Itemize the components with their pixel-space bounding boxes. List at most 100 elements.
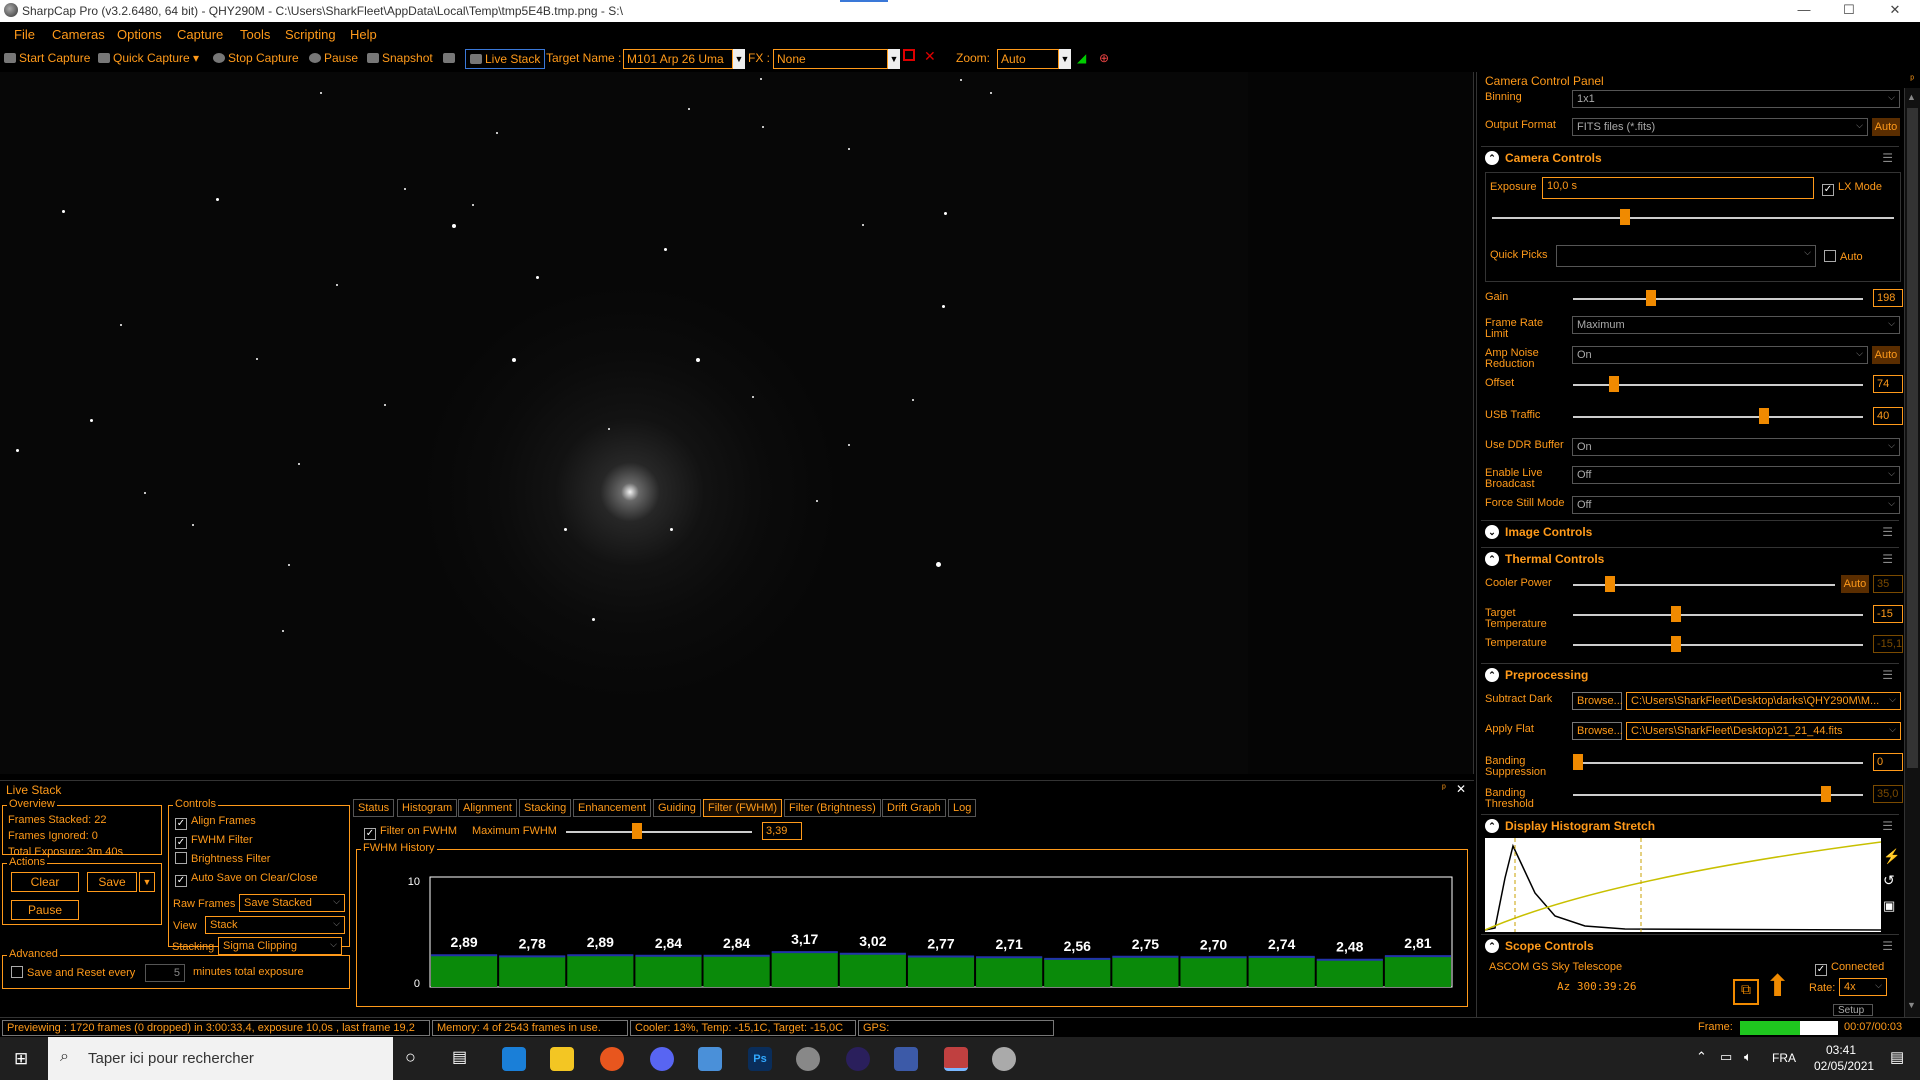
target-temp-slider-thumb[interactable]	[1671, 606, 1681, 622]
brightness-filter-checkbox[interactable]: Brightness Filter	[175, 850, 318, 869]
sequence-app-icon[interactable]	[894, 1047, 918, 1071]
save-reset-stepper[interactable]: 5	[145, 964, 185, 982]
filter-on-fwhm-checkbox[interactable]: ✓ Filter on FWHM	[364, 825, 457, 840]
histogram-icon[interactable]: ◢	[1077, 51, 1086, 65]
cortana-icon[interactable]: ○	[405, 1047, 416, 1068]
raw-frames-select[interactable]: Save Stacked ⌵	[239, 894, 345, 912]
tab-enhancement[interactable]: Enhancement	[573, 799, 651, 817]
tab-filter-brightness[interactable]: Filter (Brightness)	[784, 799, 881, 817]
network-icon[interactable]: ▭	[1720, 1049, 1732, 1065]
mail-app-icon[interactable]	[502, 1047, 526, 1071]
cooler-value[interactable]: 35	[1873, 575, 1903, 593]
start-capture-button[interactable]: Start Capture	[4, 51, 90, 65]
save-reset-checkbox[interactable]: Save and Reset every	[11, 966, 135, 979]
image-controls-header[interactable]: ⌄ Image Controls ☰	[1481, 520, 1899, 542]
gain-slider-track[interactable]	[1573, 298, 1863, 300]
frame-rate-select[interactable]: Maximum ⌵	[1572, 316, 1900, 334]
zoom-select[interactable]: Auto	[997, 49, 1059, 69]
clock-date[interactable]: 02/05/2021	[1814, 1059, 1874, 1073]
scope-up-arrow-icon[interactable]: ⬆	[1765, 972, 1790, 1002]
photoshop-icon[interactable]: Ps	[748, 1047, 772, 1071]
tab-drift-graph[interactable]: Drift Graph	[882, 799, 946, 817]
zoom-dropdown-icon[interactable]: ▼	[1059, 49, 1071, 69]
max-fwhm-value[interactable]: 3,39	[762, 822, 802, 840]
lx-mode-checkbox[interactable]: ✓ LX Mode	[1822, 181, 1882, 196]
snapshot-button[interactable]: Snapshot	[367, 51, 433, 65]
flat-path-select[interactable]: C:\Users\SharkFleet\Desktop\21_21_44.fit…	[1626, 722, 1901, 740]
menu-icon[interactable]: ☰	[1882, 819, 1893, 833]
clock-time[interactable]: 03:41	[1826, 1043, 1856, 1057]
target-dropdown-icon[interactable]: ▼	[733, 49, 745, 69]
reticle-square-icon[interactable]	[903, 49, 915, 61]
banding-threshold-value[interactable]: 35,0	[1873, 785, 1903, 803]
ddr-buffer-select[interactable]: On ⌵	[1572, 438, 1900, 456]
exposure-slider-track[interactable]	[1492, 217, 1894, 219]
menu-icon[interactable]: ☰	[1882, 525, 1893, 539]
save-button[interactable]: Save	[87, 872, 137, 892]
target-name-input[interactable]: M101 Arp 26 Uma	[623, 49, 733, 69]
language-indicator[interactable]: FRA	[1772, 1051, 1796, 1065]
lightning-icon[interactable]: ⚡	[1883, 848, 1900, 865]
sharpcap-secondary-icon[interactable]	[992, 1047, 1016, 1071]
tab-guiding[interactable]: Guiding	[653, 799, 701, 817]
histogram-header[interactable]: ⌃ Display Histogram Stretch ☰	[1481, 814, 1899, 836]
menu-scripting[interactable]: Scripting	[285, 27, 336, 42]
scope-setup-button[interactable]: Setup	[1833, 1004, 1873, 1016]
force-still-select[interactable]: Off ⌵	[1572, 496, 1900, 514]
menu-icon[interactable]: ☰	[1882, 151, 1893, 165]
banding-thr-slider-track[interactable]	[1573, 794, 1863, 796]
auto-save-checkbox[interactable]: ✓ Auto Save on Clear/Close	[175, 869, 318, 888]
tab-filter-fwhm[interactable]: Filter (FWHM)	[703, 799, 783, 817]
banding-sup-slider-thumb[interactable]	[1573, 754, 1583, 770]
offset-slider-thumb[interactable]	[1608, 376, 1619, 392]
zoom-lens-icon[interactable]: ⊕	[1099, 51, 1109, 65]
pin-icon[interactable]: ᵖ	[1910, 74, 1914, 85]
astro-app-icon[interactable]	[796, 1047, 820, 1071]
reticle-cross-icon[interactable]: ✕	[924, 48, 936, 65]
live-broadcast-select[interactable]: Off ⌵	[1572, 466, 1900, 484]
target-temp-value[interactable]: -15	[1873, 605, 1903, 623]
close-button[interactable]: ✕	[1880, 2, 1910, 18]
binning-select[interactable]: 1x1 ⌵	[1572, 90, 1900, 108]
gain-value[interactable]: 198	[1873, 289, 1903, 307]
menu-icon[interactable]: ☰	[1882, 552, 1893, 566]
pause-button[interactable]: Pause	[309, 51, 358, 65]
dark-path-select[interactable]: C:\Users\SharkFleet\Desktop\darks\QHY290…	[1626, 692, 1901, 710]
fx-dropdown-icon[interactable]: ▼	[888, 49, 900, 69]
fx-select[interactable]: None	[773, 49, 888, 69]
minimize-button[interactable]: —	[1789, 2, 1819, 17]
save-dropdown-icon[interactable]: ▼	[139, 872, 155, 892]
scope-connected-checkbox[interactable]: ✓ Connected	[1815, 961, 1884, 976]
tray-chevron-icon[interactable]: ⌃	[1696, 1049, 1707, 1065]
quick-picks-auto-checkbox[interactable]: Auto	[1824, 250, 1863, 263]
temperature-slider-track[interactable]	[1573, 644, 1863, 646]
taskbar-search[interactable]: ⌕ Taper ici pour rechercher	[48, 1037, 393, 1080]
tab-alignment[interactable]: Alignment	[458, 799, 517, 817]
tab-stacking[interactable]: Stacking	[519, 799, 572, 817]
sharpcap-taskbar-icon[interactable]	[944, 1047, 968, 1071]
flat-browse-button[interactable]: Browse...	[1572, 722, 1623, 740]
max-fwhm-slider-thumb[interactable]	[631, 823, 642, 839]
menu-icon[interactable]: ☰	[1882, 939, 1893, 953]
image-viewer[interactable]	[0, 72, 1474, 774]
menu-options[interactable]: Options	[117, 27, 162, 42]
usb-slider-thumb[interactable]	[1759, 408, 1770, 424]
maximize-button[interactable]: ☐	[1834, 2, 1864, 18]
stellarium-icon[interactable]	[846, 1047, 870, 1071]
task-view-icon[interactable]: ▤	[452, 1047, 467, 1067]
quick-picks-select[interactable]: ⌵	[1556, 245, 1816, 267]
fwhm-filter-checkbox[interactable]: ✓ FWHM Filter	[175, 831, 318, 850]
save-icon[interactable]: ▣	[1883, 898, 1895, 914]
pin-icon[interactable]: ᵖ	[1442, 783, 1446, 794]
offset-value[interactable]: 74	[1873, 375, 1903, 393]
stacking-select[interactable]: Sigma Clipping ⌵	[218, 937, 342, 955]
file-explorer-icon[interactable]	[550, 1047, 574, 1071]
camera-controls-header[interactable]: ⌃ Camera Controls ☰	[1481, 146, 1899, 168]
menu-file[interactable]: File	[14, 27, 35, 42]
scope-home-icon[interactable]: ⧉	[1733, 979, 1759, 1005]
menu-cameras[interactable]: Cameras	[52, 27, 105, 42]
cooler-auto-button[interactable]: Auto	[1841, 575, 1869, 593]
close-icon[interactable]: ✕	[1456, 782, 1466, 796]
output-format-auto-button[interactable]: Auto	[1872, 118, 1900, 136]
banding-sup-slider-track[interactable]	[1573, 762, 1863, 764]
